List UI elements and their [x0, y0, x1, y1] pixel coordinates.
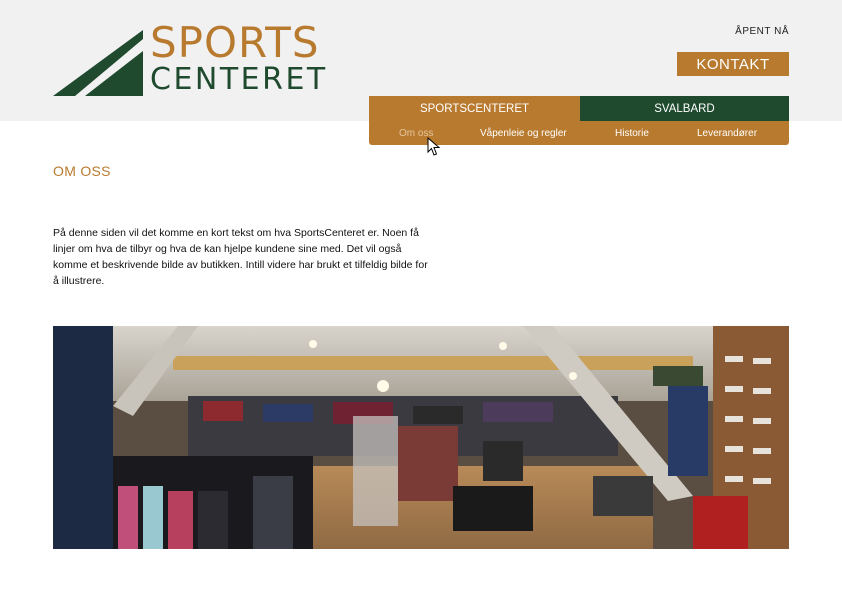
logo-text-sports: SPORTS [150, 18, 320, 67]
logo-triangles-icon [53, 30, 143, 96]
intro-text: På denne siden vil det komme en kort tek… [53, 227, 428, 287]
nav-tabs: SPORTSCENTERET SVALBARD [369, 96, 789, 121]
subnav-item-leverandorer[interactable]: Leverandører [697, 128, 757, 139]
subnav-item-vapenleie[interactable]: Våpenleie og regler [480, 128, 567, 139]
tab-sportscenteret[interactable]: SPORTSCENTERET [369, 96, 580, 121]
mouse-pointer-icon [427, 137, 441, 156]
subnav-item-historie[interactable]: Historie [615, 128, 649, 139]
open-status: ÅPENT NÅ [735, 26, 789, 37]
contact-button[interactable]: KONTAKT [677, 52, 789, 76]
store-photo [53, 326, 789, 549]
page-title: OM OSS [53, 163, 111, 179]
site-logo[interactable]: SPORTS CENTERET [53, 18, 343, 100]
tab-svalbard[interactable]: SVALBARD [580, 96, 789, 121]
logo-text-centeret: CENTERET [150, 62, 328, 97]
store-interior-image [53, 326, 789, 549]
